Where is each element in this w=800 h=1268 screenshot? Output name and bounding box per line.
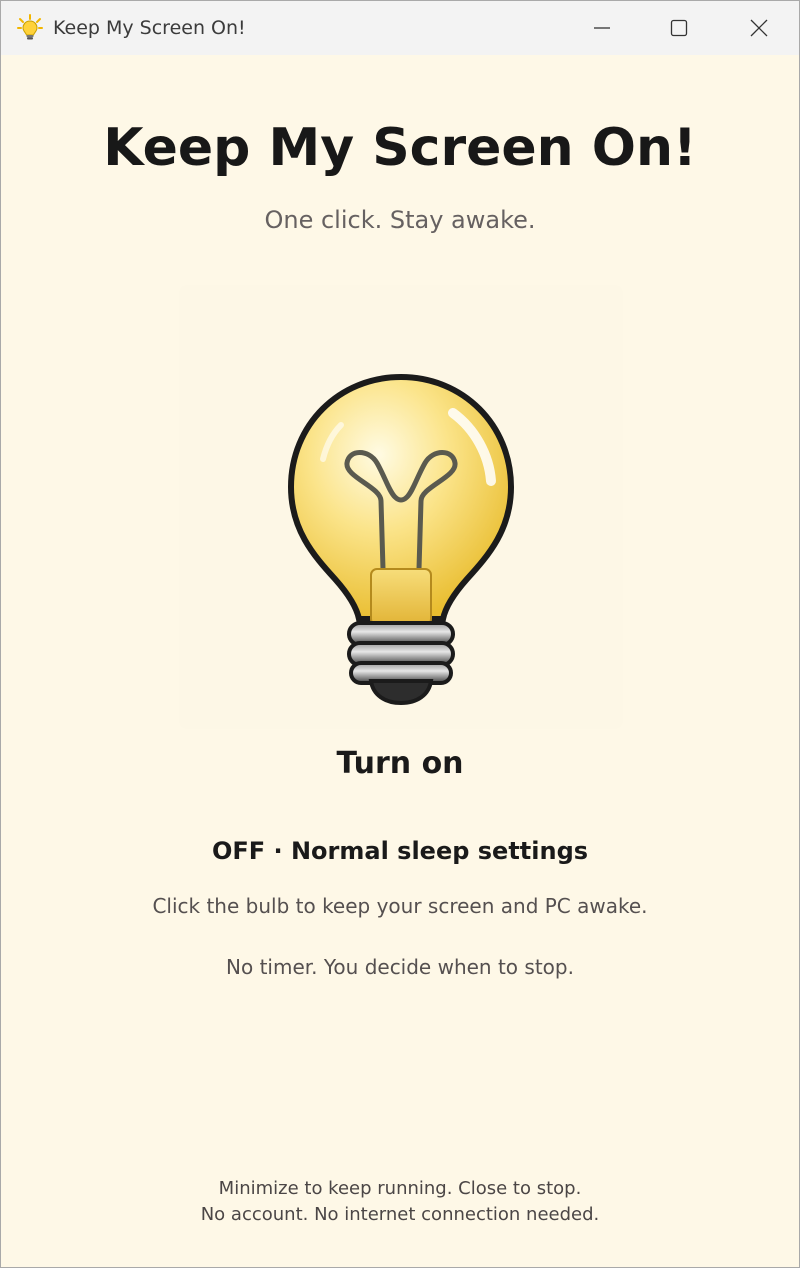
lightbulb-icon: [17, 14, 43, 40]
app-window: Keep My Screen On! Keep My Screen On! On…: [0, 0, 800, 1268]
page-subtitle: One click. Stay awake.: [264, 206, 536, 234]
bulb-toggle-button[interactable]: [179, 285, 623, 729]
close-button[interactable]: [723, 1, 795, 55]
turn-on-label[interactable]: Turn on: [1, 745, 799, 783]
footer-line-2: No account. No internet connection neede…: [200, 1204, 600, 1225]
close-icon: [750, 19, 768, 37]
maximize-icon: [670, 19, 688, 37]
minimize-icon: [594, 27, 610, 29]
lightbulb-icon: [287, 373, 515, 706]
minimize-button[interactable]: [566, 1, 638, 55]
footer-line-1: Minimize to keep running. Close to stop.: [218, 1178, 582, 1199]
title-bar[interactable]: Keep My Screen On!: [1, 1, 799, 55]
instruction-text: Click the bulb to keep your screen and P…: [152, 894, 648, 918]
window-title: Keep My Screen On!: [53, 17, 246, 39]
maximize-button[interactable]: [643, 1, 715, 55]
timer-note: No timer. You decide when to stop.: [226, 955, 574, 979]
status-text: OFF · Normal sleep settings: [211, 837, 589, 865]
page-title: Keep My Screen On!: [103, 118, 697, 178]
